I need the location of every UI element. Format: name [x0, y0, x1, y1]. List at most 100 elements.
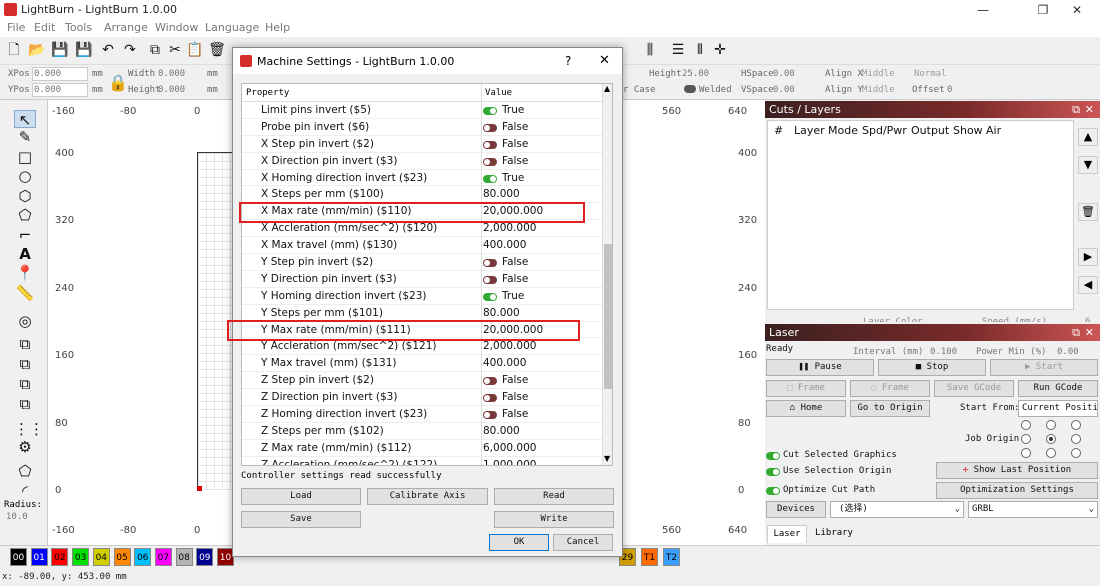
settings-row[interactable]: Limit pins invert ($5) True — [242, 102, 602, 119]
paste-icon[interactable]: 📋 — [185, 40, 205, 60]
settings-row[interactable]: Y Max travel (mm) ($131) 400.000 — [242, 355, 602, 373]
round-corner-icon[interactable]: ◜ — [14, 482, 36, 500]
settings-row[interactable]: Y Homing direction invert ($23) True — [242, 288, 602, 305]
text-height-field[interactable]: 25.00 — [682, 69, 709, 79]
settings-row[interactable]: Z Max rate (mm/min) ($112) 6,000.000 — [242, 440, 602, 457]
settings-table[interactable]: Property Value Limit pins invert ($5) Tru… — [241, 83, 613, 466]
menu-edit[interactable]: Edit — [34, 21, 55, 34]
cancel-button[interactable]: Cancel — [553, 534, 613, 551]
scroll-up-icon[interactable]: ▲ — [604, 84, 610, 93]
xpos-field[interactable]: 0.000 — [34, 69, 61, 79]
settings-row[interactable]: Z Step pin invert ($2) False — [242, 372, 602, 390]
offset-field[interactable]: 0 — [947, 85, 952, 95]
optimization-settings-button[interactable]: Optimization Settings — [936, 482, 1098, 499]
write-button[interactable]: Write — [494, 511, 614, 528]
home-button[interactable]: ⌂ Home — [766, 400, 846, 417]
frame-circle-button[interactable]: ◌ Frame — [850, 380, 930, 397]
save-button[interactable]: Save — [241, 511, 361, 528]
setting-value[interactable]: False — [502, 155, 528, 167]
delete-layer-button[interactable]: 🗑 — [1078, 203, 1098, 221]
hspace-field[interactable]: 0.00 — [773, 69, 795, 79]
save-gcode-button[interactable]: Save GCode — [934, 380, 1014, 397]
palette-swatch[interactable]: 07 — [154, 548, 172, 566]
rectangle-tool-icon[interactable]: □ — [14, 148, 36, 166]
job-origin-top-left[interactable] — [1021, 420, 1031, 430]
settings-row[interactable]: X Step pin invert ($2) False — [242, 136, 602, 153]
move-layer-up-button[interactable]: ▲ — [1078, 128, 1098, 146]
vspace-field[interactable]: 0.00 — [773, 85, 795, 95]
corner-tool-icon[interactable]: ⬠ — [14, 462, 36, 480]
palette-swatch[interactable]: 06 — [134, 548, 152, 566]
setting-value[interactable]: False — [502, 408, 528, 420]
setting-toggle[interactable] — [483, 107, 497, 115]
setting-toggle[interactable] — [483, 411, 497, 420]
edit-nodes-icon[interactable]: ✎ — [14, 128, 36, 146]
width-field[interactable]: 0.000 — [158, 69, 185, 79]
power-min-field[interactable]: 0.00 — [1057, 347, 1079, 357]
setting-toggle[interactable] — [483, 140, 497, 149]
text-tool-icon[interactable]: A — [14, 245, 36, 263]
setting-toggle[interactable] — [483, 157, 497, 166]
setting-value[interactable]: True — [502, 172, 524, 184]
scroll-left-button[interactable]: ◀ — [1078, 276, 1098, 294]
palette-swatch[interactable]: 01 — [30, 548, 48, 566]
scrollbar-thumb[interactable] — [604, 244, 612, 389]
device-select[interactable]: (选择) ⌄ — [830, 501, 964, 518]
show-last-position-button[interactable]: ✛ Show Last Position — [936, 462, 1098, 479]
tab-laser[interactable]: Laser — [767, 525, 807, 543]
help-button[interactable]: ? — [565, 54, 571, 68]
job-origin-mid-right[interactable] — [1071, 434, 1081, 444]
menu-tools[interactable]: Tools — [65, 21, 92, 34]
setting-value[interactable]: 80.000 — [483, 425, 520, 437]
optimize-cut-toggle[interactable] — [766, 487, 780, 495]
controller-select[interactable]: GRBL ⌄ — [968, 501, 1098, 518]
distribute-h-icon[interactable]: ⫴ — [690, 40, 710, 60]
setting-value[interactable]: False — [502, 121, 528, 133]
setting-toggle[interactable] — [483, 174, 497, 183]
float-panel-icon[interactable]: ⧉ — [1072, 324, 1080, 341]
use-selection-origin-toggle[interactable] — [766, 468, 780, 476]
palette-swatch[interactable]: 04 — [92, 548, 110, 566]
distribute-icon[interactable]: ☰ — [668, 40, 688, 60]
dialog-close-button[interactable]: ✕ — [599, 53, 610, 68]
settings-row[interactable]: X Homing direction invert ($23) True — [242, 170, 602, 187]
polygon-tool-icon[interactable]: ⬡ — [14, 187, 36, 205]
scroll-down-icon[interactable]: ▼ — [604, 454, 610, 463]
undo-icon[interactable]: ↶ — [98, 40, 118, 60]
scroll-right-button[interactable]: ▶ — [1078, 248, 1098, 266]
palette-swatch[interactable]: 05 — [113, 548, 131, 566]
settings-row[interactable]: X Max travel (mm) ($130) 400.000 — [242, 237, 602, 255]
grid-array-icon[interactable]: ⋮⋮ — [14, 420, 44, 438]
save-as-icon[interactable]: 💾 — [74, 40, 94, 60]
setting-value[interactable]: 1,000.000 — [483, 459, 536, 465]
align-x-select[interactable]: Middle — [862, 69, 895, 79]
start-from-select[interactable]: Current Positi — [1018, 400, 1098, 417]
load-button[interactable]: Load — [241, 488, 361, 505]
setting-toggle[interactable] — [483, 394, 497, 403]
boolean-intersect-icon[interactable]: ⧉ — [14, 395, 36, 413]
new-file-icon[interactable]: 🗋 — [4, 40, 24, 60]
menu-file[interactable]: File — [7, 21, 25, 34]
tab-library[interactable]: Library — [809, 525, 859, 543]
welded-toggle[interactable] — [684, 85, 696, 93]
setting-toggle[interactable] — [483, 123, 497, 132]
radius-field[interactable]: 10.0 — [6, 512, 28, 522]
job-origin-bottom-left[interactable] — [1021, 448, 1031, 458]
job-origin-bottom-center[interactable] — [1046, 448, 1056, 458]
float-panel-icon[interactable]: ⧉ — [1072, 101, 1080, 118]
cut-selected-toggle[interactable] — [766, 452, 780, 460]
menu-language[interactable]: Language — [205, 21, 259, 34]
devices-button[interactable]: Devices — [766, 501, 826, 518]
settings-row[interactable]: Y Direction pin invert ($3) False — [242, 271, 602, 288]
palette-swatch[interactable]: 00 — [10, 548, 27, 566]
setting-value[interactable]: True — [502, 290, 524, 302]
ellipse-tool-icon[interactable]: ○ — [14, 167, 36, 185]
boolean-union-icon[interactable]: ⧉ — [14, 355, 36, 373]
align-y-select[interactable]: Middle — [862, 85, 895, 95]
start-button[interactable]: ▶ Start — [990, 359, 1098, 376]
move-icon[interactable]: ✛ — [710, 40, 730, 60]
setting-toggle[interactable] — [483, 259, 497, 268]
cuts-table[interactable]: # Layer Mode Spd/Pwr Output Show Air — [767, 120, 1074, 310]
frame-rect-button[interactable]: ⬚ Frame — [766, 380, 846, 397]
menu-arrange[interactable]: Arrange — [104, 21, 148, 34]
